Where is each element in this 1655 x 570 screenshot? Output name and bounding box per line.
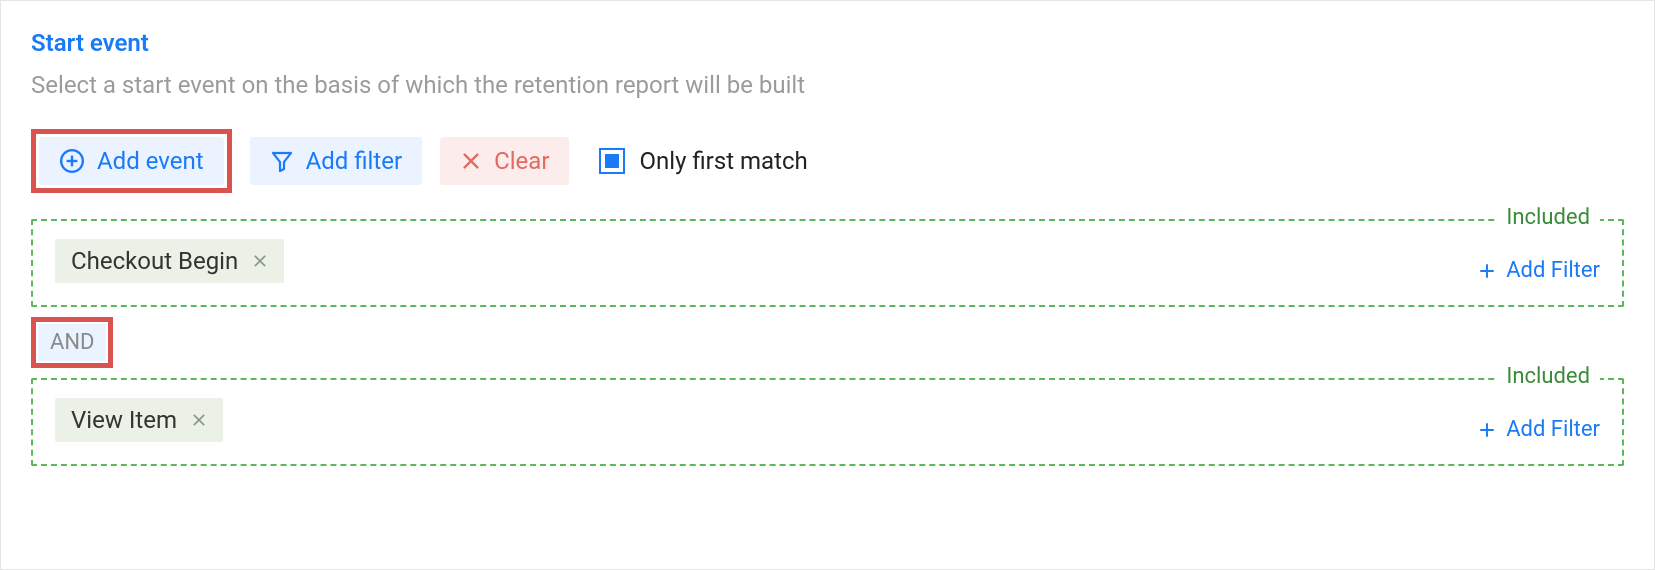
plus-icon — [1478, 262, 1496, 280]
event-chip[interactable]: View Item — [55, 398, 223, 442]
operator-toggle[interactable]: AND — [38, 324, 106, 361]
start-event-panel: Start event Select a start event on the … — [0, 0, 1655, 570]
event-group: Included Checkout Begin Ad — [31, 219, 1624, 307]
group-legend: Included — [1496, 205, 1600, 230]
clear-label: Clear — [494, 147, 549, 175]
plus-circle-icon — [59, 148, 85, 174]
event-chip-label: Checkout Begin — [71, 247, 238, 275]
filter-icon — [270, 149, 294, 173]
remove-chip-icon[interactable] — [191, 412, 207, 428]
section-title: Start event — [31, 29, 1624, 57]
remove-chip-icon[interactable] — [252, 253, 268, 269]
section-description: Select a start event on the basis of whi… — [31, 71, 1624, 99]
event-chip-label: View Item — [71, 406, 177, 434]
plus-icon — [1478, 421, 1496, 439]
checkbox-icon — [599, 148, 625, 174]
add-event-highlight: Add event — [31, 129, 232, 193]
add-filter-label: Add filter — [306, 147, 403, 175]
group-add-filter-button[interactable]: Add Filter — [1478, 258, 1600, 283]
clear-button[interactable]: Clear — [440, 137, 569, 185]
add-event-label: Add event — [97, 147, 204, 175]
event-chip[interactable]: Checkout Begin — [55, 239, 284, 283]
group-add-filter-button[interactable]: Add Filter — [1478, 417, 1600, 442]
add-event-button[interactable]: Add event — [39, 137, 224, 185]
close-icon — [460, 150, 482, 172]
group-add-filter-label: Add Filter — [1506, 417, 1600, 442]
group-add-filter-label: Add Filter — [1506, 258, 1600, 283]
only-first-match-checkbox[interactable]: Only first match — [599, 147, 807, 175]
only-first-match-label: Only first match — [639, 147, 807, 175]
event-group: Included View Item Add Fil — [31, 378, 1624, 466]
add-filter-button[interactable]: Add filter — [250, 137, 423, 185]
operator-highlight: AND — [31, 317, 113, 368]
toolbar: Add event Add filter Clear — [31, 129, 1624, 193]
group-legend: Included — [1496, 364, 1600, 389]
